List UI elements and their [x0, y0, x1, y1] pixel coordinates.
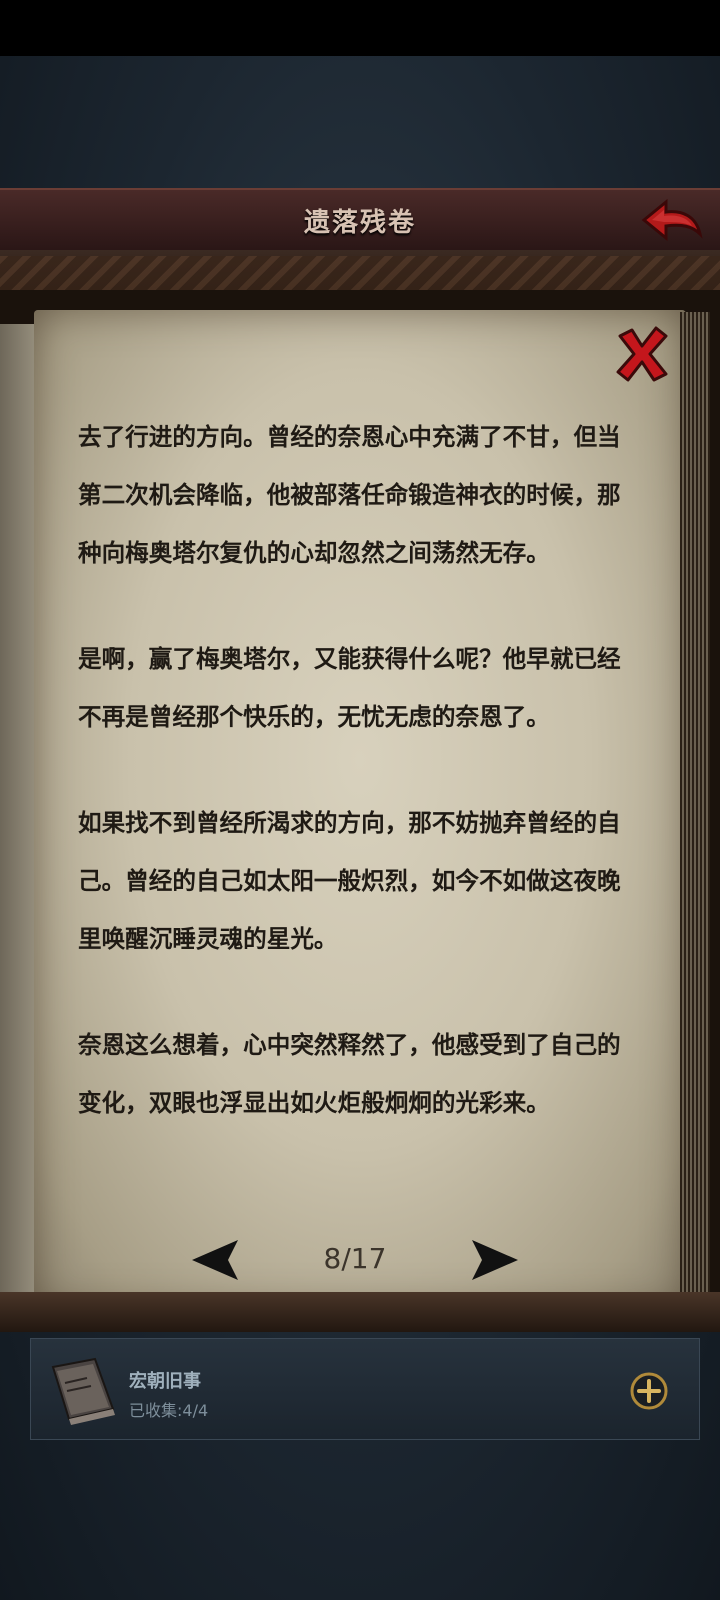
plus-circle-icon [630, 1372, 668, 1410]
right-page-edges [680, 312, 710, 1302]
story-text: 去了行进的方向。曾经的奈恩心中充满了不甘，但当第二次机会降临，他被部落任命锻造神… [78, 408, 638, 1180]
book-bottom-frame [0, 1292, 720, 1332]
expand-button[interactable] [629, 1371, 669, 1411]
collection-progress: 已收集:4/4 [129, 1397, 208, 1421]
book-icon [43, 1349, 123, 1429]
story-paragraph: 奈恩这么想着，心中突然释然了，他感受到了自己的变化，双眼也浮显出如火炬般炯炯的光… [78, 1031, 621, 1117]
left-triangle-icon [192, 1240, 238, 1280]
collection-title: 宏朝旧事 [129, 1371, 201, 1392]
close-x-icon [616, 326, 668, 382]
close-button[interactable] [612, 324, 672, 384]
story-paragraph: 是啊，赢了梅奥塔尔，又能获得什么呢？他早就已经不再是曾经那个快乐的，无忧无虑的奈… [78, 645, 621, 731]
status-bar-area [0, 0, 720, 56]
page-navigator: 8/17 [190, 1232, 520, 1288]
page-title: 遗落残卷 [303, 208, 416, 238]
previous-page-button[interactable] [190, 1238, 240, 1282]
back-button[interactable] [638, 194, 706, 246]
collection-panel: 宏朝旧事 已收集:4/4 [30, 1338, 700, 1440]
story-paragraph: 如果找不到曾经所渴求的方向，那不妨抛弃曾经的自己。曾经的自己如太阳一般炽烈，如今… [78, 809, 621, 953]
right-triangle-icon [472, 1240, 518, 1280]
collection-count-label: 已收集: [129, 1401, 183, 1420]
header-bar: 遗落残卷 [0, 188, 720, 252]
back-arrow-icon [641, 198, 703, 242]
next-page-button[interactable] [470, 1238, 520, 1282]
story-paragraph: 去了行进的方向。曾经的奈恩心中充满了不甘，但当第二次机会降临，他被部落任命锻造神… [78, 423, 621, 567]
collection-count-value: 4/4 [182, 1401, 209, 1420]
page-indicator: 8/17 [323, 1242, 387, 1275]
